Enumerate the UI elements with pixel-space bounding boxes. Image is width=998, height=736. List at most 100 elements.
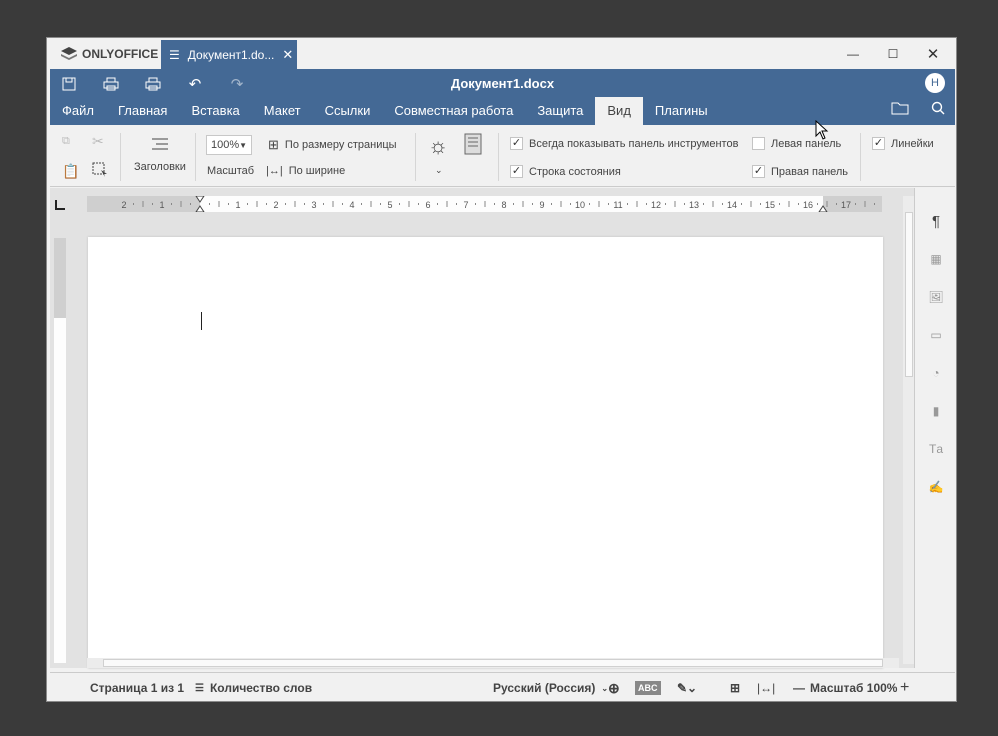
text-cursor	[201, 312, 202, 330]
fit-page-button[interactable]: ⊞ По размеру страницы	[268, 137, 397, 153]
status-bar-checkbox[interactable]: ✓ Строка состояния	[510, 165, 621, 178]
ruler-number: 13	[689, 200, 699, 210]
fit-page-icon[interactable]: ⊞	[730, 673, 740, 701]
header-actions	[891, 101, 945, 118]
copy-icon[interactable]: ⧉	[62, 135, 70, 148]
user-avatar[interactable]: Н	[925, 73, 945, 93]
tab-insert[interactable]: Вставка	[179, 97, 251, 125]
always-toolbar-checkbox[interactable]: ✓ Всегда показывать панель инструментов	[510, 137, 738, 150]
zoom-in-button[interactable]: +	[900, 673, 909, 701]
chart-settings-icon[interactable]: ▮	[927, 402, 945, 420]
status-bar: Страница 1 из 1 ☰ Количество слов Русский…	[50, 672, 955, 701]
ruler-ticks: 2 1 1 2 3 4 5 6 7 8 9 10 11 12 13 14 15 16 17	[121, 196, 875, 212]
ruler-number: 5	[387, 200, 392, 210]
right-panel-label: Правая панель	[771, 165, 849, 178]
ruler-number: 2	[121, 200, 126, 210]
tab-home[interactable]: Главная	[106, 97, 179, 125]
separator	[498, 133, 499, 181]
zoom-label: Масштаб	[207, 165, 255, 177]
rulers-checkbox[interactable]: ✓ Линейки	[872, 137, 934, 150]
close-tab-icon[interactable]: ✕	[282, 47, 293, 63]
checkbox-empty-icon	[752, 137, 765, 150]
scroll-thumb[interactable]	[103, 659, 883, 667]
document-tab[interactable]: ☰ Документ1.do... ✕	[161, 40, 297, 69]
interface-theme-icon[interactable]: ☼	[428, 133, 448, 159]
right-panel-checkbox[interactable]: ✓ Правая панель	[752, 165, 848, 178]
editor-header: ↶ ↷ Документ1.docx Н Файл Главная Вставк…	[50, 69, 955, 125]
document-tab-title: Документ1.do...	[187, 47, 275, 62]
tab-protection[interactable]: Защита	[525, 97, 595, 125]
globe-icon[interactable]: ⊕	[608, 673, 620, 701]
dark-document-icon[interactable]	[464, 133, 482, 155]
horizontal-scrollbar[interactable]	[87, 658, 899, 668]
tab-plugins[interactable]: Плагины	[643, 97, 720, 125]
checkbox-checked-icon: ✓	[510, 165, 523, 178]
open-folder-icon[interactable]	[891, 101, 909, 118]
ruler-number: 2	[273, 200, 278, 210]
indent-marker[interactable]	[195, 196, 205, 212]
tab-collaboration[interactable]: Совместная работа	[382, 97, 525, 125]
fit-width-button[interactable]: |↔| По ширине	[266, 165, 345, 177]
separator	[195, 133, 196, 181]
signature-icon[interactable]: ✍	[927, 478, 945, 496]
right-indent-marker[interactable]	[818, 205, 828, 212]
spellcheck-icon[interactable]: ABC	[635, 673, 661, 701]
always-toolbar-label: Всегда показывать панель инструментов	[529, 137, 739, 150]
tab-view[interactable]: Вид	[595, 97, 643, 125]
ruler-number: 9	[539, 200, 544, 210]
status-bar-label: Строка состояния	[529, 165, 621, 178]
vertical-ruler[interactable]	[54, 238, 66, 663]
ruler-number: 7	[463, 200, 468, 210]
maximize-button[interactable]: ☐	[873, 42, 913, 66]
right-panel: ¶ ▦ 🖼 ▭ ◔ ▮ Tа ✍	[914, 188, 955, 668]
fit-page-icon: ⊞	[268, 137, 279, 152]
search-icon[interactable]	[931, 101, 945, 118]
cut-icon[interactable]: ✂	[92, 133, 104, 150]
shape-settings-icon[interactable]: ◔	[927, 364, 945, 382]
headings-icon[interactable]	[150, 137, 170, 153]
ribbon-tabs: Файл Главная Вставка Макет Ссылки Совмес…	[50, 97, 720, 125]
document-page[interactable]	[88, 237, 883, 668]
ruler-number: 11	[613, 200, 622, 210]
track-changes-icon[interactable]: ✎⌄	[677, 673, 697, 701]
left-panel-label: Левая панель	[771, 137, 842, 150]
separator	[860, 133, 861, 181]
checkbox-checked-icon: ✓	[752, 165, 765, 178]
fit-page-label: По размеру страницы	[284, 139, 397, 151]
select-all-icon[interactable]	[92, 162, 108, 178]
zoom-select[interactable]: 100% ▼	[206, 135, 252, 155]
title-bar: ONLYOFFICE ☰ Документ1.do... ✕ — ☐ ✕	[47, 38, 956, 69]
language-select[interactable]: Русский (Россия) ⌄	[493, 673, 608, 701]
separator	[120, 133, 121, 181]
paragraph-settings-icon[interactable]: ¶	[927, 212, 945, 230]
table-settings-icon[interactable]: ▦	[927, 250, 945, 268]
tab-stop-selector[interactable]	[55, 200, 65, 210]
tab-references[interactable]: Ссылки	[313, 97, 383, 125]
zoom-out-button[interactable]: —	[793, 673, 805, 701]
ruler-page-area	[54, 318, 66, 663]
app-logo: ONLYOFFICE	[61, 47, 158, 61]
horizontal-ruler[interactable]: 2 1 1 2 3 4 5 6 7 8 9 10 11 12 13 14 15 16 17	[87, 196, 882, 212]
tab-layout[interactable]: Макет	[252, 97, 313, 125]
page-indicator[interactable]: Страница 1 из 1	[90, 673, 184, 701]
document-workspace: 2 1 1 2 3 4 5 6 7 8 9 10 11 12 13 14 15 16 17	[50, 188, 955, 668]
menu-icon: ☰	[169, 47, 180, 62]
word-count-label: Количество слов	[209, 681, 313, 695]
text-art-icon[interactable]: Tа	[927, 440, 945, 458]
minimize-button[interactable]: —	[833, 42, 873, 66]
document-title: Документ1.docx	[450, 76, 555, 91]
ruler-number: 6	[425, 200, 430, 210]
mouse-pointer-icon	[815, 120, 829, 140]
scroll-thumb[interactable]	[905, 212, 913, 377]
tab-file[interactable]: Файл	[50, 97, 106, 125]
fit-width-icon[interactable]: |↔|	[757, 673, 775, 701]
image-settings-icon[interactable]: 🖼	[927, 288, 945, 306]
ruler-number: 3	[311, 200, 316, 210]
header-footer-icon[interactable]: ▭	[927, 326, 945, 344]
headings-button[interactable]: Заголовки	[134, 161, 186, 173]
close-window-button[interactable]: ✕	[913, 42, 953, 66]
checkbox-checked-icon: ✓	[510, 137, 523, 150]
paste-icon[interactable]: 📋	[62, 163, 79, 180]
chevron-down-icon[interactable]: ⌄	[435, 165, 443, 176]
word-count-button[interactable]: ☰ Количество слов	[195, 673, 313, 701]
